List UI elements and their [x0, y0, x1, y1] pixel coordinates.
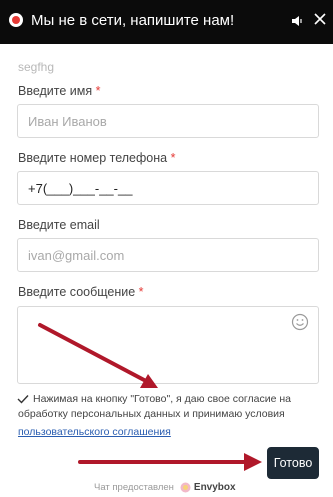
powered-by: Чат предоставлен Envybox: [94, 482, 236, 493]
name-label-text: Введите имя: [18, 84, 93, 98]
emoji-icon[interactable]: [291, 313, 309, 331]
envybox-logo-icon: [180, 482, 191, 493]
email-label: Введите email: [18, 218, 100, 232]
required-mark: *: [170, 151, 176, 165]
phone-label: Введите номер телефона *: [18, 151, 175, 165]
close-icon[interactable]: [314, 13, 326, 25]
message-textarea[interactable]: [17, 306, 319, 384]
name-label: Введите имя *: [18, 84, 101, 98]
consent-checkbox[interactable]: [17, 394, 29, 404]
phone-label-text: Введите номер телефона: [18, 151, 168, 165]
chat-header: Мы не в сети, напишите нам!: [0, 0, 333, 44]
arrow-to-submit: [78, 453, 262, 471]
consent-text-line2: обработку персональных данных и принимаю…: [18, 408, 285, 420]
user-agreement-link[interactable]: пользовательского соглашения: [18, 426, 171, 438]
speaker-icon[interactable]: [291, 14, 305, 28]
required-mark: *: [138, 285, 144, 299]
powered-by-text: Чат предоставлен: [94, 482, 174, 493]
required-mark: *: [95, 84, 101, 98]
company-name: segfhg: [18, 60, 55, 74]
consent-text-line1: Нажимая на кнопку "Готово", я даю свое с…: [33, 393, 291, 405]
offline-dot-icon: [9, 13, 23, 27]
phone-input[interactable]: [17, 171, 319, 205]
name-input[interactable]: [17, 104, 319, 138]
message-label: Введите сообщение *: [18, 285, 144, 299]
message-label-text: Введите сообщение: [18, 285, 136, 299]
brand-name[interactable]: Envybox: [194, 482, 236, 493]
header-title: Мы не в сети, напишите нам!: [31, 12, 235, 29]
email-input[interactable]: [17, 238, 319, 272]
submit-button[interactable]: Готово: [267, 447, 319, 479]
